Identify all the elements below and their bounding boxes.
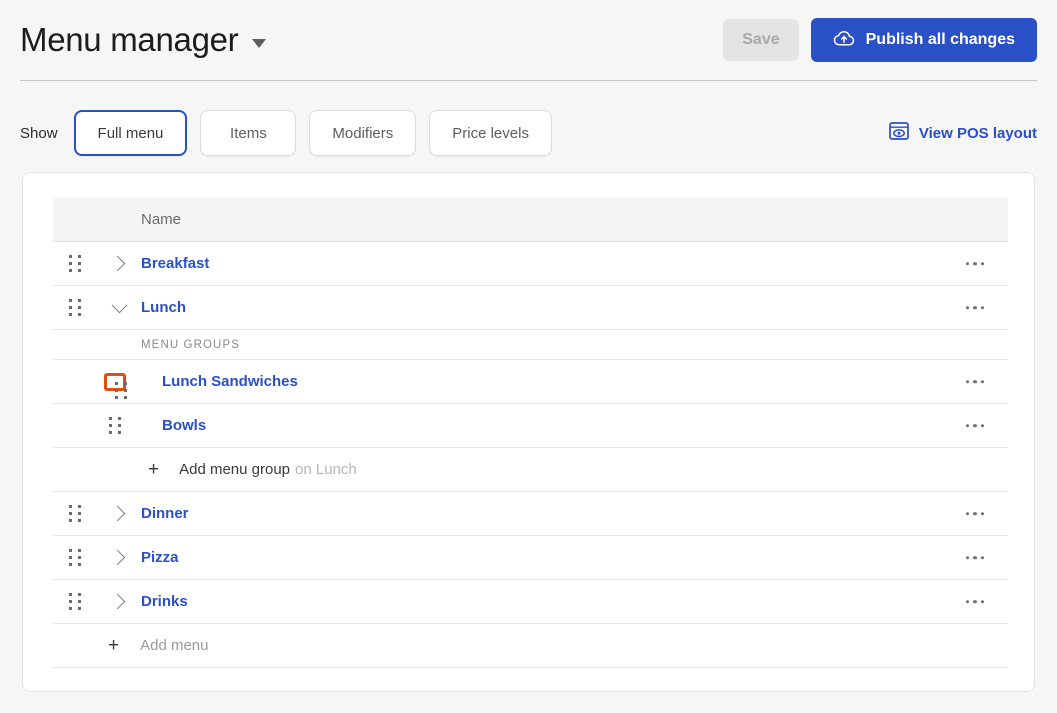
table-row[interactable]: Lunch bbox=[53, 286, 1008, 330]
table-header-row: Name bbox=[53, 198, 1008, 242]
publish-button-label: Publish all changes bbox=[865, 31, 1015, 48]
menu-group-name-lunch-sandwiches[interactable]: Lunch Sandwiches bbox=[162, 373, 298, 390]
drag-handle-icon[interactable] bbox=[53, 254, 97, 273]
ellipsis-icon[interactable] bbox=[960, 550, 991, 566]
ellipsis-icon[interactable] bbox=[960, 418, 991, 434]
plus-icon: + bbox=[148, 459, 160, 480]
header-inner: Menu manager Save Publish all changes bbox=[20, 0, 1037, 81]
add-menu-group-label: Add menu group bbox=[179, 461, 291, 478]
tab-modifiers[interactable]: Modifiers bbox=[309, 110, 417, 156]
table-row[interactable]: Dinner bbox=[53, 492, 1008, 536]
title-wrap: Menu manager bbox=[20, 20, 267, 60]
view-pos-layout-label: View POS layout bbox=[918, 124, 1037, 142]
show-label: Show bbox=[20, 124, 58, 142]
page-title: Menu manager bbox=[20, 21, 239, 58]
ellipsis-icon[interactable] bbox=[960, 374, 991, 390]
tab-price-levels[interactable]: Price levels bbox=[429, 110, 552, 156]
ellipsis-icon[interactable] bbox=[960, 506, 991, 522]
add-menu-button[interactable]: + Add menu bbox=[53, 624, 1008, 668]
column-header-name: Name bbox=[141, 211, 182, 228]
add-menu-label: Add menu bbox=[140, 637, 209, 654]
page-header: Menu manager Save Publish all changes bbox=[0, 0, 1057, 82]
menu-groups-label-row: MENU GROUPS bbox=[53, 330, 1008, 360]
drag-handle-icon[interactable] bbox=[53, 298, 97, 317]
menu-name-lunch[interactable]: Lunch bbox=[141, 299, 186, 316]
menu-table: Name Breakfast Lunch MENU GROUPS Lunch S… bbox=[53, 198, 1008, 668]
ellipsis-icon[interactable] bbox=[960, 594, 991, 610]
header-actions: Save Publish all changes bbox=[723, 18, 1037, 62]
expand-chevron-icon[interactable] bbox=[97, 505, 141, 522]
plus-icon: + bbox=[108, 635, 120, 656]
table-row[interactable]: Breakfast bbox=[53, 242, 1008, 286]
table-row[interactable]: Pizza bbox=[53, 536, 1008, 580]
ellipsis-icon[interactable] bbox=[960, 256, 991, 272]
expand-chevron-icon[interactable] bbox=[97, 549, 141, 566]
menu-name-breakfast[interactable]: Breakfast bbox=[141, 255, 209, 272]
eye-in-window-icon bbox=[889, 122, 909, 144]
save-button[interactable]: Save bbox=[723, 19, 799, 61]
expand-chevron-icon[interactable] bbox=[97, 255, 141, 272]
menu-groups-label: MENU GROUPS bbox=[141, 338, 240, 351]
cloud-upload-icon bbox=[833, 29, 855, 52]
menu-table-card: Name Breakfast Lunch MENU GROUPS Lunch S… bbox=[22, 172, 1035, 692]
drag-handle-icon[interactable] bbox=[53, 592, 97, 611]
view-pos-layout-link[interactable]: View POS layout bbox=[889, 122, 1037, 144]
show-filter-bar: Show Full menu Items Modifiers Price lev… bbox=[20, 106, 1037, 160]
tab-full-menu[interactable]: Full menu bbox=[73, 110, 188, 156]
caret-down-icon[interactable] bbox=[252, 38, 267, 48]
expand-chevron-icon[interactable] bbox=[97, 593, 141, 610]
add-menu-group-context: on Lunch bbox=[295, 461, 357, 478]
table-row[interactable]: Drinks bbox=[53, 580, 1008, 624]
drag-handle-icon[interactable] bbox=[93, 416, 137, 435]
add-menu-group-button[interactable]: + Add menu group on Lunch bbox=[53, 448, 1008, 492]
table-row[interactable]: Bowls bbox=[53, 404, 1008, 448]
collapse-chevron-icon[interactable] bbox=[97, 297, 141, 314]
tab-items[interactable]: Items bbox=[200, 110, 297, 156]
publish-all-changes-button[interactable]: Publish all changes bbox=[810, 18, 1037, 62]
ellipsis-icon[interactable] bbox=[960, 300, 991, 316]
menu-name-dinner[interactable]: Dinner bbox=[141, 505, 189, 522]
menu-name-drinks[interactable]: Drinks bbox=[141, 593, 188, 610]
menu-name-pizza[interactable]: Pizza bbox=[141, 549, 179, 566]
drag-handle-icon[interactable] bbox=[53, 548, 97, 567]
menu-group-name-bowls[interactable]: Bowls bbox=[162, 417, 206, 434]
drag-handle-icon[interactable] bbox=[53, 504, 97, 523]
table-row[interactable]: Lunch Sandwiches bbox=[53, 360, 1008, 404]
drag-handle-icon-highlighted[interactable] bbox=[93, 372, 137, 399]
